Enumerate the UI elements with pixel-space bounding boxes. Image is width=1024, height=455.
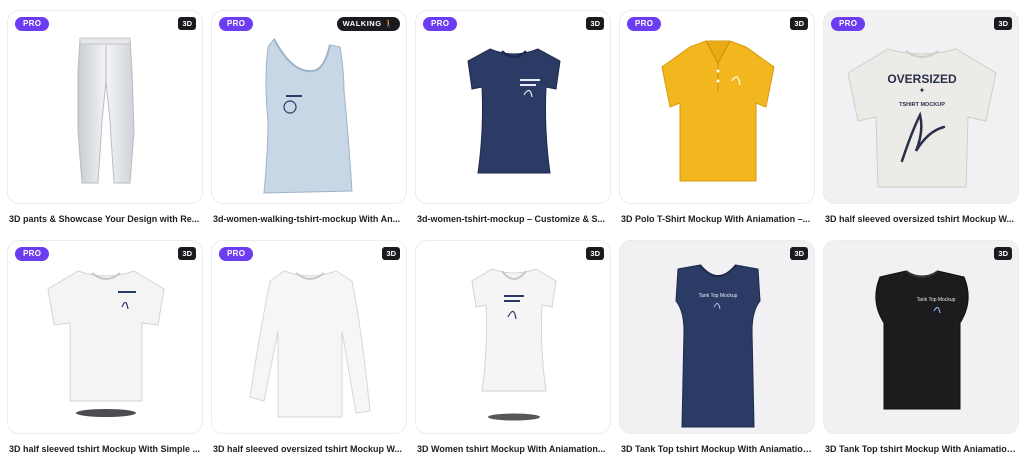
pro-badge: PRO <box>15 17 50 31</box>
card-title[interactable]: 3D half sleeved oversized tshirt Mockup … <box>825 214 1019 224</box>
3d-badge: 3D <box>790 17 808 30</box>
card-title[interactable]: 3D Women tshirt Mockup With Aniamation..… <box>417 444 611 454</box>
women-tank-image <box>263 38 353 194</box>
walking-badge: WALKING 🚶 <box>336 17 400 31</box>
card-title[interactable]: 3D pants & Showcase Your Design with Re.… <box>9 214 203 224</box>
print-sub-text: TSHIRT MOCKUP <box>899 102 945 108</box>
3d-badge: 3D <box>178 247 196 260</box>
yellow-polo-image <box>661 40 775 182</box>
print-text: Tank Top Mockup <box>699 293 738 299</box>
mockup-thumbnail[interactable]: PRO 3D <box>619 10 815 204</box>
mockup-thumbnail[interactable]: Tank Top Mockup 3D <box>619 240 815 434</box>
mockup-thumbnail[interactable]: PRO 3D <box>7 240 203 434</box>
mockup-grid: PRO 3D 3D pants & Showcase Your Design w… <box>0 0 1024 455</box>
card-title[interactable]: 3D Tank Top tshirt Mockup With Aniamatio… <box>621 444 815 454</box>
pro-badge: PRO <box>219 17 254 31</box>
card-title[interactable]: 3D half sleeved oversized tshirt Mockup … <box>213 444 407 454</box>
3d-badge: 3D <box>586 17 604 30</box>
oversized-tshirt-image: OVERSIZED ✦ TSHIRT MOCKUP <box>847 48 997 188</box>
3d-badge: 3D <box>994 247 1012 260</box>
mockup-thumbnail[interactable]: PRO WALKING 🚶 <box>211 10 407 204</box>
pro-badge: PRO <box>627 17 662 31</box>
pro-badge: PRO <box>15 247 50 261</box>
long-sleeve-tshirt-image <box>249 270 371 418</box>
print-text: Tank Top Mockup <box>917 297 956 303</box>
3d-badge: 3D <box>382 247 400 260</box>
card-title[interactable]: 3D Tank Top tshirt Mockup With Aniamatio… <box>825 444 1019 454</box>
white-tshirt-image <box>47 270 165 417</box>
pants-image <box>77 37 135 184</box>
mockup-thumbnail[interactable]: 3D <box>415 240 611 434</box>
3d-badge: 3D <box>586 247 604 260</box>
walking-person-icon: 🚶 <box>384 19 394 28</box>
svg-text:✦: ✦ <box>919 86 926 95</box>
card-title[interactable]: 3d-women-walking-tshirt-mockup With An..… <box>213 214 407 224</box>
mockup-thumbnail[interactable]: OVERSIZED ✦ TSHIRT MOCKUP PRO 3D <box>823 10 1019 204</box>
women-navy-tshirt-image <box>467 48 561 174</box>
card-title[interactable]: 3D Polo T-Shirt Mockup With Aniamation –… <box>621 214 815 224</box>
3d-badge: 3D <box>994 17 1012 30</box>
3d-badge: 3D <box>178 17 196 30</box>
mockup-thumbnail[interactable]: PRO 3D <box>415 10 611 204</box>
card-title[interactable]: 3D half sleeved tshirt Mockup With Simpl… <box>9 444 203 454</box>
navy-tank-top-image: Tank Top Mockup <box>675 264 761 428</box>
women-white-tshirt-image <box>471 268 557 421</box>
mockup-thumbnail[interactable]: PRO 3D <box>211 240 407 434</box>
pro-badge: PRO <box>831 17 866 31</box>
black-tank-top-image: Tank Top Mockup <box>875 270 969 410</box>
pro-badge: PRO <box>423 17 458 31</box>
mockup-thumbnail[interactable]: PRO 3D <box>7 10 203 204</box>
3d-badge: 3D <box>790 247 808 260</box>
mockup-thumbnail[interactable]: Tank Top Mockup 3D <box>823 240 1019 434</box>
card-title[interactable]: 3d-women-tshirt-mockup – Customize & S..… <box>417 214 611 224</box>
pro-badge: PRO <box>219 247 254 261</box>
print-main-text: OVERSIZED <box>887 72 957 86</box>
